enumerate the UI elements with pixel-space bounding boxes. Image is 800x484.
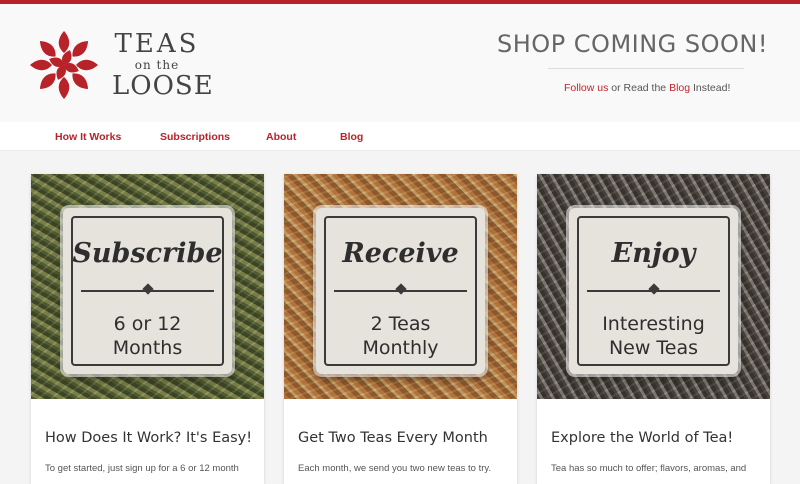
nav-item-how-it-works[interactable]: How It Works (55, 131, 121, 143)
feature-card-subscribe: Subscribe 6 or 12 Months How Does It Wor… (31, 174, 264, 484)
plaque: Subscribe 6 or 12 Months (63, 208, 232, 374)
plaque-script-text: Subscribe (72, 238, 223, 269)
plaque-line-1: Interesting (602, 313, 705, 335)
plaque-line-2: Months (112, 337, 183, 359)
plaque-subtext: 6 or 12 Months (63, 312, 232, 360)
card-text: Tea has so much to offer; flavors, aroma… (551, 463, 747, 474)
card-text: Each month, we send you two new teas to … (298, 463, 492, 474)
site-header: TEAS on the LOOSE SHOP COMING SOON! Foll… (0, 4, 800, 122)
nav-item-subscriptions[interactable]: Subscriptions (160, 131, 230, 143)
dark-tea-leaves-image: Enjoy Interesting New Teas (537, 174, 770, 399)
card-title: Get Two Teas Every Month (298, 430, 488, 446)
shop-coming-soon-heading: SHOP COMING SOON! (497, 30, 768, 58)
feature-card-enjoy: Enjoy Interesting New Teas Explore the W… (537, 174, 770, 484)
header-divider (548, 68, 744, 69)
plaque-script-text: Enjoy (611, 238, 696, 269)
follow-us-link[interactable]: Follow us (564, 82, 608, 94)
follow-end-text: Instead! (690, 82, 731, 94)
green-tea-leaves-image: Subscribe 6 or 12 Months (31, 174, 264, 399)
nav-item-blog[interactable]: Blog (340, 131, 363, 143)
plaque-line-2: New Teas (608, 337, 699, 359)
plaque-subtext: 2 Teas Monthly (316, 312, 485, 360)
plaque-script-text: Receive (342, 238, 459, 269)
plaque-subtext: Interesting New Teas (569, 312, 738, 360)
brand-line-2: on the (134, 58, 180, 72)
follow-line: Follow us or Read the Blog Instead! (564, 82, 730, 94)
brand-line-3: LOOSE (112, 71, 214, 101)
plaque-line-2: Monthly (362, 337, 439, 359)
nav-item-about[interactable]: About (266, 131, 296, 143)
card-text: To get started, just sign up for a 6 or … (45, 463, 239, 474)
card-title: Explore the World of Tea! (551, 430, 734, 446)
plaque: Enjoy Interesting New Teas (569, 208, 738, 374)
feature-card-receive: Receive 2 Teas Monthly Get Two Teas Ever… (284, 174, 517, 484)
plaque: Receive 2 Teas Monthly (316, 208, 485, 374)
plaque-line-1: 6 or 12 (113, 313, 182, 335)
plaque-line-1: 2 Teas (370, 313, 431, 335)
card-title: How Does It Work? It's Easy! (45, 430, 253, 446)
follow-middle-text: or Read the (608, 82, 670, 94)
herbal-tea-image: Receive 2 Teas Monthly (284, 174, 517, 399)
brand-wordmark[interactable]: TEAS on the LOOSE (112, 29, 214, 101)
main-nav: How It Works Subscriptions About Blog (0, 122, 800, 151)
brand-line-1: TEAS (114, 29, 200, 59)
blog-link[interactable]: Blog (669, 82, 690, 94)
tea-leaf-flower-logo-icon[interactable] (28, 29, 100, 101)
